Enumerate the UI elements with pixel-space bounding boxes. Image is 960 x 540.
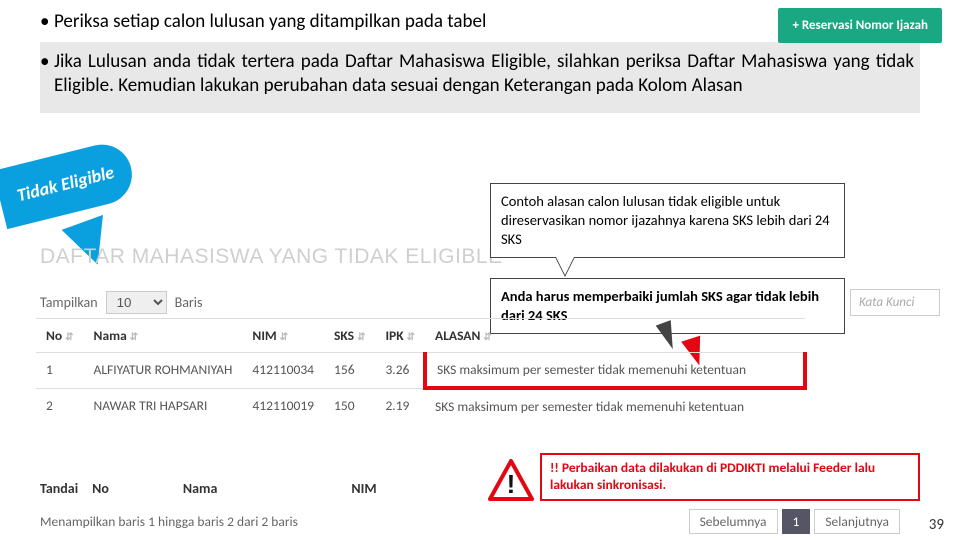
bullet-item: • Jika Lulusan anda tidak tertera pada D… [40, 50, 914, 98]
reserve-button[interactable]: + Reservasi Nomor Ijazah [778, 8, 942, 43]
warning-triangle-icon: ! [488, 459, 534, 501]
slide-number: 39 [929, 516, 944, 534]
section-title: DAFTAR MAHASISWA YANG TIDAK ELIGIBLE [40, 245, 503, 269]
rows-select[interactable]: 10 [106, 291, 167, 314]
th-alasan[interactable]: ALASAN⇵ [425, 319, 805, 353]
callout-tail-icon [555, 257, 575, 277]
page-prev[interactable]: Sebelumnya [689, 509, 778, 534]
baris-label: Baris [175, 294, 203, 311]
sort-icon: ⇵ [357, 330, 365, 343]
th-no[interactable]: No⇵ [36, 319, 84, 353]
th-nim[interactable]: NIM⇵ [242, 319, 324, 353]
svg-text:!: ! [507, 469, 516, 499]
sort-icon: ⇵ [130, 330, 138, 343]
page-1[interactable]: 1 [782, 509, 811, 534]
th-nim2: NIM [351, 480, 376, 497]
sort-icon: ⇵ [483, 330, 491, 343]
th-no2: No [92, 480, 109, 497]
row-info: Menampilkan baris 1 hingga baris 2 dari … [40, 513, 298, 530]
th-sks[interactable]: SKS⇵ [324, 319, 375, 353]
table-row: 2 NAWAR TRI HAPSARI 412110019 150 2.19 S… [36, 388, 805, 423]
bullet-text: Jika Lulusan anda tidak tertera pada Daf… [54, 50, 914, 98]
th-ipk[interactable]: IPK⇵ [375, 319, 425, 353]
search-input[interactable]: Kata Kunci [850, 289, 940, 316]
table-row: 1 ALFIYATUR ROHMANIYAH 412110034 156 3.2… [36, 353, 805, 389]
tidak-eligible-badge: Tidak Eligible [0, 138, 138, 229]
pagination: Sebelumnya 1 Selanjutnya [689, 509, 900, 534]
tampilkan-label: Tampilkan [40, 294, 98, 311]
th-nama2: Nama [183, 480, 217, 497]
callout-example: Contoh alasan calon lulusan tidak eligib… [490, 183, 845, 258]
sort-icon: ⇵ [407, 330, 415, 343]
sort-icon: ⇵ [65, 330, 73, 343]
th-nama[interactable]: Nama⇵ [84, 319, 243, 353]
th-tandai: Tandai [40, 480, 78, 497]
eligible-table: No⇵ Nama⇵ NIM⇵ SKS⇵ IPK⇵ ALASAN⇵ 1 ALFIY… [36, 318, 807, 423]
sort-icon: ⇵ [280, 330, 288, 343]
page-next[interactable]: Selanjutnya [814, 509, 900, 534]
warning-callout: !! Perbaikan data dilakukan di PDDIKTI m… [540, 453, 920, 501]
alasan-highlight: SKS maksimum per semester tidak memenuhi… [425, 353, 805, 389]
